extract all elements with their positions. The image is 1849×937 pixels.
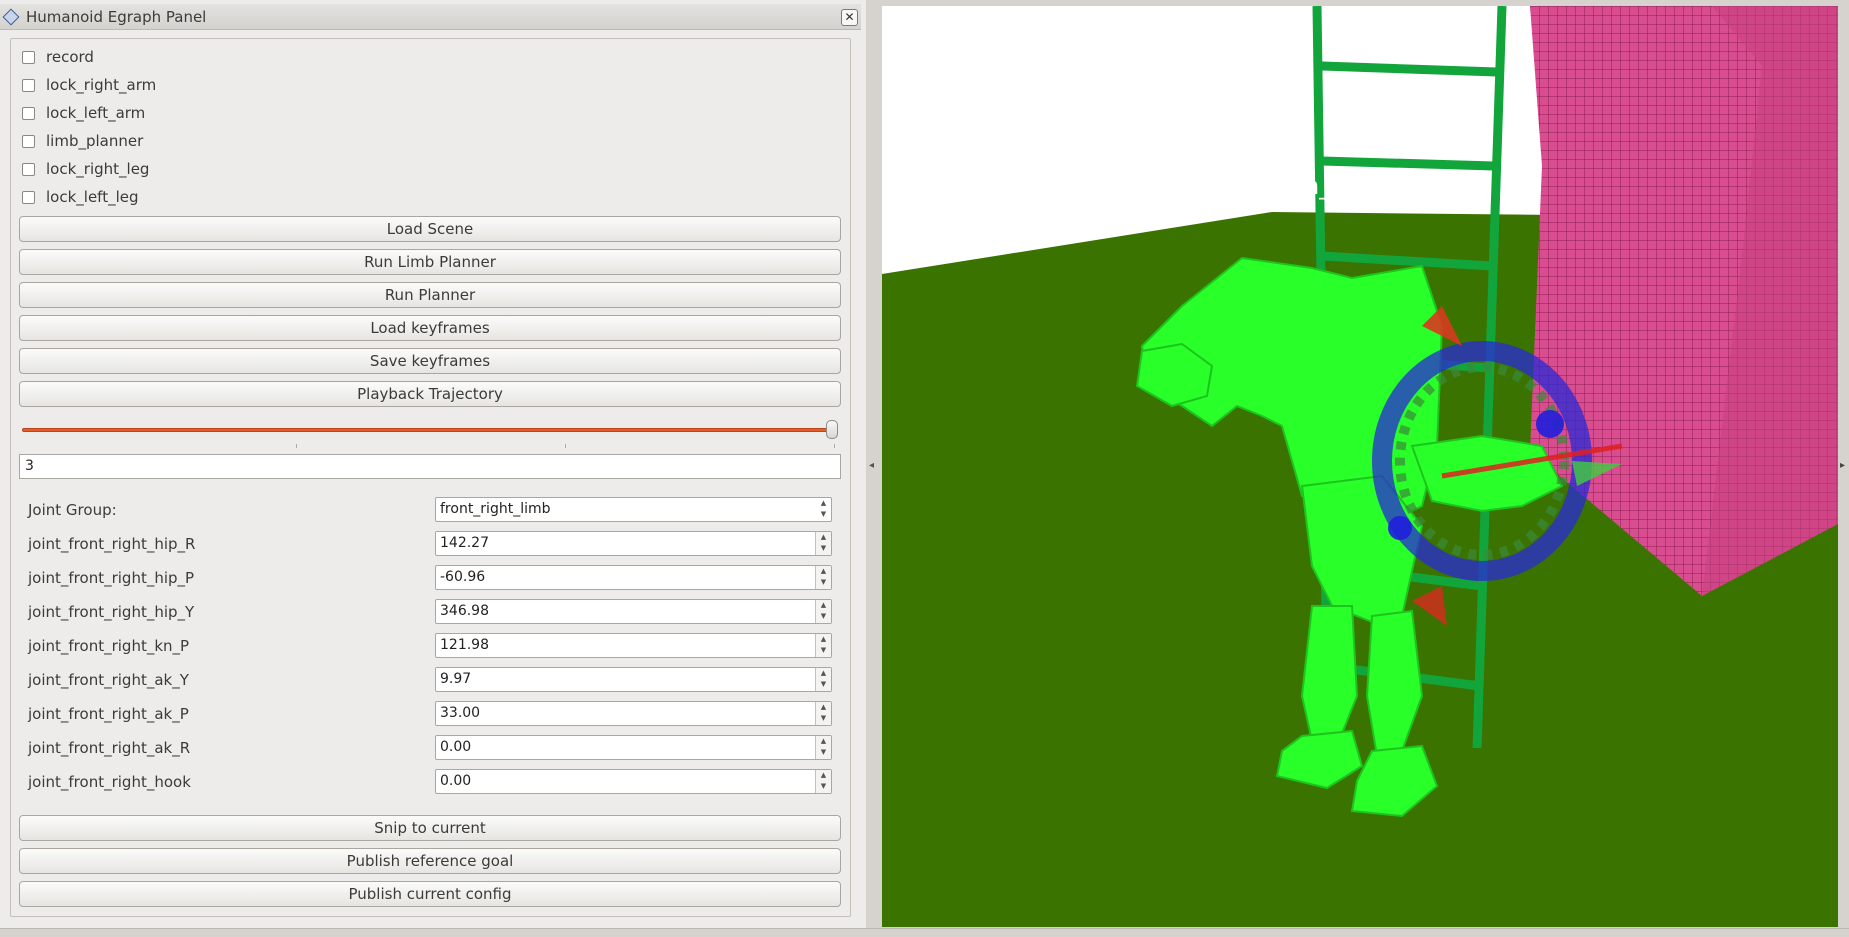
checkbox-limb-planner[interactable]: limb_planner	[22, 129, 143, 153]
joint-group-select[interactable]: front_right_limb ▲ ▼	[435, 497, 832, 522]
joint-label: joint_front_right_ak_P	[28, 705, 189, 723]
right-splitter[interactable]: ▸	[1838, 0, 1849, 936]
spin-arrows-icon[interactable]: ▲ ▼	[815, 736, 831, 759]
joint-value: 0.00	[440, 773, 472, 789]
slider-tick	[834, 444, 835, 448]
joint-value: 33.00	[440, 705, 481, 721]
panel-titlebar: Humanoid Egraph Panel ✕	[0, 4, 861, 30]
frame-label: n_right_hook	[1304, 172, 1459, 200]
collapse-left-icon[interactable]: ◂	[869, 460, 874, 471]
joint-ak-p-spinbox[interactable]: 33.00 ▲ ▼	[435, 701, 832, 726]
joint-value: 346.98	[440, 603, 489, 619]
save-keyframes-button[interactable]: Save keyframes	[19, 348, 841, 374]
joint-label: joint_front_right_ak_Y	[28, 671, 189, 689]
spin-arrows-icon[interactable]: ▲ ▼	[815, 634, 831, 657]
slider-tick	[296, 444, 297, 448]
joint-value: 142.27	[440, 535, 489, 551]
checkbox-label: lock_left_arm	[46, 104, 146, 122]
load-scene-button[interactable]: Load Scene	[19, 216, 841, 242]
expand-right-icon[interactable]: ▸	[1840, 460, 1845, 471]
3d-viewport[interactable]: n_right_hook	[882, 6, 1838, 927]
joint-hook-spinbox[interactable]: 0.00 ▲ ▼	[435, 769, 832, 794]
checkbox-lock-left-arm[interactable]: lock_left_arm	[22, 101, 145, 125]
panel-splitter[interactable]: ◂	[866, 0, 882, 936]
playback-trajectory-button[interactable]: Playback Trajectory	[19, 381, 841, 407]
spin-arrows-icon[interactable]: ▲ ▼	[815, 770, 831, 793]
joint-value: -60.96	[440, 569, 486, 585]
joint-hip-p-spinbox[interactable]: -60.96 ▲ ▼	[435, 565, 832, 590]
close-icon[interactable]: ✕	[841, 9, 858, 26]
run-planner-button[interactable]: Run Planner	[19, 282, 841, 308]
checkbox-icon[interactable]	[22, 162, 35, 176]
checkbox-icon[interactable]	[22, 50, 35, 64]
joint-value: 9.97	[440, 671, 472, 687]
checkbox-label: record	[46, 48, 94, 66]
joint-value: 121.98	[440, 637, 489, 653]
checkbox-lock-left-leg[interactable]: lock_left_leg	[22, 185, 139, 209]
snip-to-current-button[interactable]: Snip to current	[19, 815, 841, 841]
checkbox-label: lock_right_leg	[46, 160, 150, 178]
joint-group-label: Joint Group:	[28, 501, 117, 519]
checkbox-icon[interactable]	[22, 190, 35, 204]
joint-label: joint_front_right_hip_R	[28, 535, 196, 553]
slider-handle[interactable]	[826, 420, 838, 439]
joint-value: 0.00	[440, 739, 472, 755]
trajectory-slider[interactable]	[22, 428, 835, 432]
joint-hip-y-spinbox[interactable]: 346.98 ▲ ▼	[435, 599, 832, 624]
publish-reference-goal-button[interactable]: Publish reference goal	[19, 848, 841, 874]
spin-arrows-icon[interactable]: ▲ ▼	[815, 668, 831, 691]
checkbox-label: lock_right_arm	[46, 76, 157, 94]
slider-tick	[565, 444, 566, 448]
spin-arrows-icon[interactable]: ▲ ▼	[815, 600, 831, 623]
joint-ak-r-spinbox[interactable]: 0.00 ▲ ▼	[435, 735, 832, 760]
checkbox-lock-right-leg[interactable]: lock_right_leg	[22, 157, 149, 181]
scene-render	[882, 6, 1838, 927]
joint-label: joint_front_right_hip_P	[28, 569, 195, 587]
joint-hip-r-spinbox[interactable]: 142.27 ▲ ▼	[435, 531, 832, 556]
joint-label: joint_front_right_ak_R	[28, 739, 191, 757]
spin-arrows-icon[interactable]: ▲ ▼	[815, 566, 831, 589]
panel-diamond-icon	[2, 8, 20, 26]
run-limb-planner-button[interactable]: Run Limb Planner	[19, 249, 841, 275]
publish-current-config-button[interactable]: Publish current config	[19, 881, 841, 907]
checkbox-lock-right-arm[interactable]: lock_right_arm	[22, 73, 156, 97]
load-keyframes-button[interactable]: Load keyframes	[19, 315, 841, 341]
joint-label: joint_front_right_hip_Y	[28, 603, 195, 621]
joint-label: joint_front_right_hook	[28, 773, 191, 791]
joint-kn-p-spinbox[interactable]: 121.98 ▲ ▼	[435, 633, 832, 658]
panel-title: Humanoid Egraph Panel	[26, 8, 207, 26]
spin-arrows-icon[interactable]: ▲ ▼	[815, 702, 831, 725]
checkbox-icon[interactable]	[22, 134, 35, 148]
dropdown-arrows-icon[interactable]: ▲ ▼	[816, 498, 831, 521]
checkbox-icon[interactable]	[22, 78, 35, 92]
joint-ak-y-spinbox[interactable]: 9.97 ▲ ▼	[435, 667, 832, 692]
joint-group-value: front_right_limb	[440, 501, 551, 517]
egraph-panel: Humanoid Egraph Panel ✕ record lock_righ…	[0, 0, 866, 936]
checkbox-label: lock_left_leg	[46, 188, 139, 206]
checkbox-record[interactable]: record	[22, 45, 94, 69]
joint-label: joint_front_right_kn_P	[28, 637, 190, 655]
spin-arrows-icon[interactable]: ▲ ▼	[815, 532, 831, 555]
checkbox-icon[interactable]	[22, 106, 35, 120]
checkbox-label: limb_planner	[46, 132, 144, 150]
frame-index-input[interactable]: 3	[19, 454, 841, 479]
